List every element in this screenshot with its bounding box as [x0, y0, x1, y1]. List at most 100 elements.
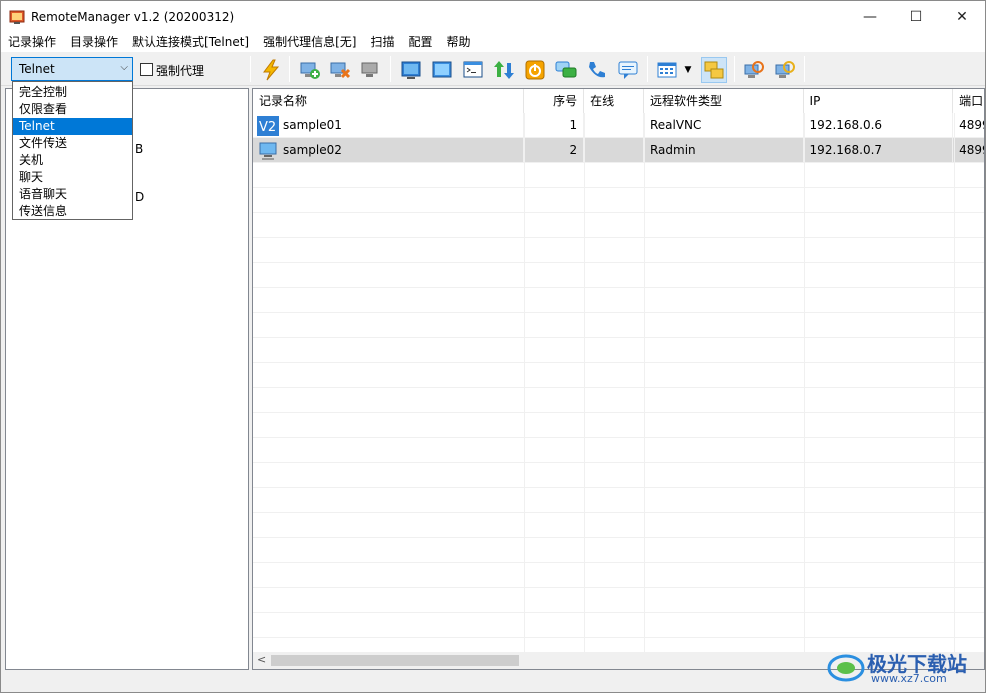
- connect-button[interactable]: [258, 57, 284, 83]
- force-proxy-checkbox[interactable]: [140, 63, 153, 76]
- empty-grid-row: [253, 163, 984, 188]
- view-mode-button[interactable]: [654, 57, 680, 83]
- title-bar: RemoteManager v1.2 (20200312) — ☐ ✕: [1, 1, 985, 32]
- record-name: sample02: [283, 143, 342, 157]
- watermark-url: www.xz7.com: [871, 672, 947, 685]
- toolbar-separator: [250, 56, 251, 82]
- empty-grid-row: [253, 588, 984, 613]
- empty-grid-row: [253, 288, 984, 313]
- toolbar-separator: [647, 56, 648, 82]
- empty-grid-row: [253, 263, 984, 288]
- file-transfer-button[interactable]: [491, 57, 517, 83]
- app-icon: [9, 9, 25, 25]
- mode-option-full-control[interactable]: 完全控制: [13, 84, 132, 101]
- folders-icon: [704, 61, 724, 79]
- menu-scan[interactable]: 扫描: [363, 32, 401, 52]
- toolbar-separator: [390, 56, 391, 82]
- toolbar-separator: [804, 56, 805, 82]
- mode-option-voice-chat[interactable]: 语音聊天: [13, 186, 132, 203]
- column-header-index[interactable]: 序号: [524, 89, 585, 113]
- mode-option-chat[interactable]: 聊天: [13, 169, 132, 186]
- cell-type: Radmin: [644, 138, 804, 163]
- transfer-arrows-icon: [494, 61, 514, 79]
- watermark-swirl-icon: [827, 654, 865, 682]
- column-header-port[interactable]: 端口: [953, 89, 984, 113]
- close-button[interactable]: ✕: [939, 1, 985, 32]
- chevron-down-icon: ⌵: [120, 62, 128, 73]
- column-header-type[interactable]: 远程软件类型: [644, 89, 804, 113]
- mode-combobox[interactable]: Telnet ⌵: [11, 57, 133, 81]
- scrollbar-thumb[interactable]: [271, 655, 519, 666]
- grid-column-line: [644, 113, 645, 653]
- mode-option-shutdown[interactable]: 关机: [13, 152, 132, 169]
- send-message-button[interactable]: [615, 57, 641, 83]
- grid-column-line: [524, 113, 525, 653]
- menu-config[interactable]: 配置: [402, 32, 440, 52]
- chat-button[interactable]: [553, 57, 579, 83]
- grid-column-line: [584, 113, 585, 653]
- shutdown-button[interactable]: [522, 57, 548, 83]
- scan-button[interactable]: [741, 57, 767, 83]
- empty-grid-row: [253, 538, 984, 563]
- empty-grid-row: [253, 213, 984, 238]
- toolbar: Telnet ⌵ 强制代理 ▼: [1, 52, 985, 86]
- empty-grid-row: [253, 388, 984, 413]
- tree-node-fragment[interactable]: B: [135, 142, 143, 156]
- empty-grid-row: [253, 563, 984, 588]
- mode-option-telnet[interactable]: Telnet: [13, 118, 132, 135]
- mode-option-send-message[interactable]: 传送信息: [13, 203, 132, 220]
- full-control-button[interactable]: [398, 57, 424, 83]
- empty-grid-row: [253, 613, 984, 638]
- grid-column-line: [954, 113, 955, 653]
- empty-grid-row: [253, 463, 984, 488]
- voice-chat-button[interactable]: [584, 57, 610, 83]
- delete-record-button[interactable]: [327, 57, 353, 83]
- cell-online: [584, 138, 644, 163]
- table-row[interactable]: V2 sample01 1 RealVNC 192.168.0.6 4899: [253, 113, 984, 138]
- maximize-button[interactable]: ☐: [893, 1, 939, 32]
- menu-help[interactable]: 帮助: [440, 32, 478, 52]
- mode-option-view-only[interactable]: 仅限查看: [13, 101, 132, 118]
- column-header-name[interactable]: 记录名称: [253, 89, 525, 113]
- watermark-logo: 极光下载站 www.xz7.com: [827, 646, 977, 688]
- empty-grid-row: [253, 238, 984, 263]
- grid-header: 记录名称 序号 在线 远程软件类型 IP 端口: [253, 89, 984, 113]
- force-proxy-label: 强制代理: [156, 64, 205, 78]
- menu-force-proxy[interactable]: 强制代理信息[无]: [256, 32, 363, 52]
- search-computer-icon: [775, 61, 795, 78]
- cell-online: [584, 113, 644, 138]
- grid-body: V2 sample01 1 RealVNC 192.168.0.6 4899 s…: [253, 113, 984, 663]
- folders-toggle-button[interactable]: [701, 57, 727, 83]
- record-name: sample01: [283, 118, 342, 132]
- cell-type: RealVNC: [644, 113, 804, 138]
- menu-record-ops[interactable]: 记录操作: [1, 32, 63, 52]
- table-row[interactable]: sample02 2 Radmin 192.168.0.7 4899: [253, 138, 984, 163]
- mode-dropdown-list: 完全控制 仅限查看 Telnet 文件传送 关机 聊天 语音聊天 传送信息: [12, 81, 133, 220]
- message-icon: [618, 61, 638, 79]
- tree-node-fragment[interactable]: D: [135, 190, 144, 204]
- cell-name: sample02: [253, 138, 525, 163]
- chat-bubbles-icon: [555, 61, 577, 78]
- mode-option-file-transfer[interactable]: 文件传送: [13, 135, 132, 152]
- menu-default-mode[interactable]: 默认连接模式[Telnet]: [125, 32, 256, 52]
- view-mode-dropdown[interactable]: ▼: [681, 57, 695, 83]
- telnet-button[interactable]: [460, 57, 486, 83]
- scan-range-button[interactable]: [772, 57, 798, 83]
- power-icon: [525, 60, 545, 80]
- scroll-left-icon[interactable]: <: [257, 653, 266, 666]
- view-only-button[interactable]: [429, 57, 455, 83]
- column-header-online[interactable]: 在线: [584, 89, 644, 113]
- grid-column-line: [804, 113, 805, 653]
- empty-grid-row: [253, 413, 984, 438]
- empty-grid-row: [253, 313, 984, 338]
- add-record-button[interactable]: [297, 57, 323, 83]
- empty-grid-row: [253, 488, 984, 513]
- minimize-button[interactable]: —: [847, 1, 893, 32]
- column-header-ip[interactable]: IP: [804, 89, 954, 113]
- records-grid: 记录名称 序号 在线 远程软件类型 IP 端口 V2 sample01 1 Re…: [252, 88, 985, 670]
- monitor-icon: [401, 61, 421, 79]
- empty-grid-row: [253, 513, 984, 538]
- edit-record-button[interactable]: [357, 57, 383, 83]
- caret-down-icon: ▼: [684, 65, 692, 75]
- menu-directory-ops[interactable]: 目录操作: [63, 32, 125, 52]
